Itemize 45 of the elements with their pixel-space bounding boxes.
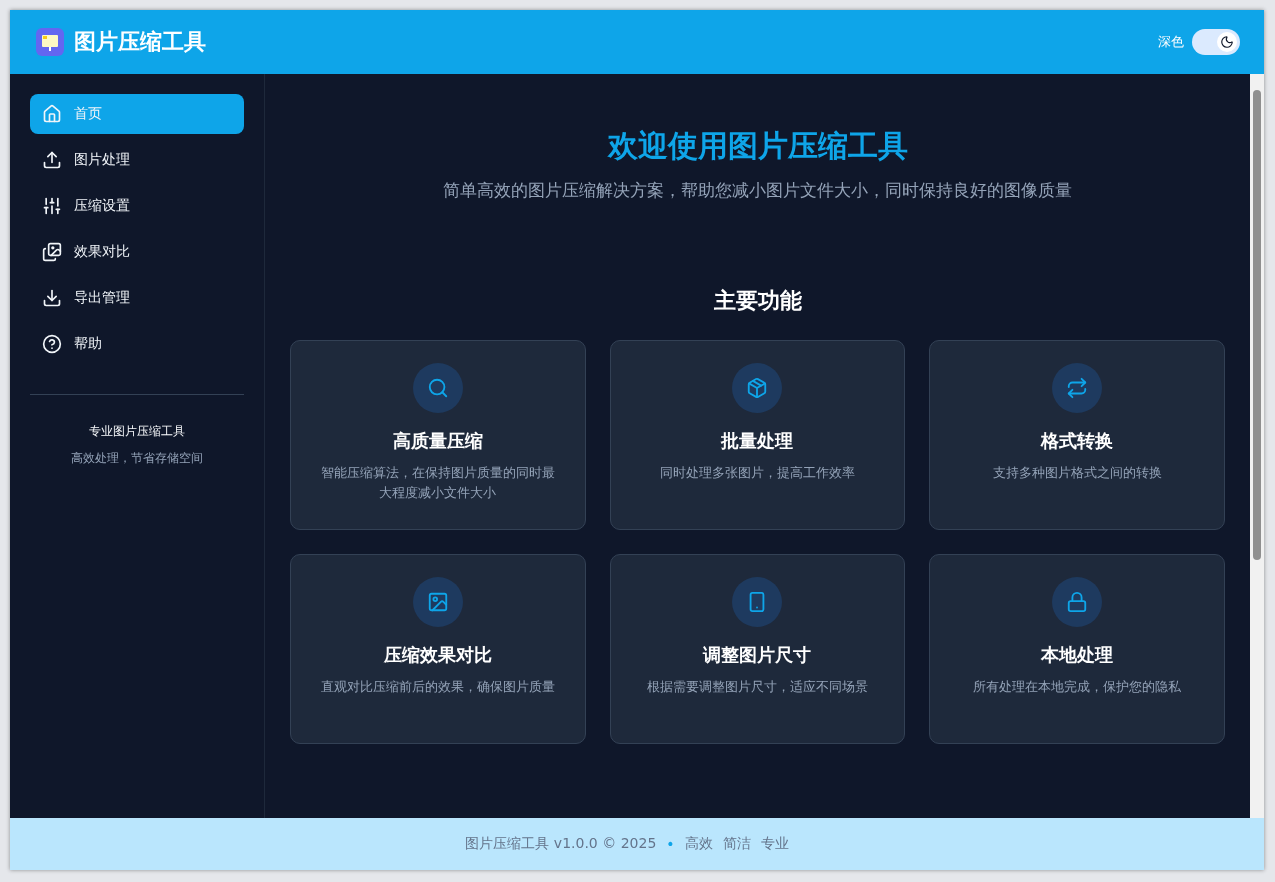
help-icon [42, 334, 62, 354]
image-icon [412, 577, 463, 627]
footer-tag: 专业 [760, 835, 789, 853]
footer-text: 图片压缩工具 v1.0.0 © 2025 [465, 835, 657, 853]
footer-tag: 高效 [684, 835, 713, 853]
footer-separator: • [666, 836, 675, 852]
nav-item[interactable]: 导出管理 [30, 278, 244, 318]
search-icon [412, 363, 463, 413]
nav-item[interactable]: 帮助 [30, 324, 244, 364]
nav-item[interactable]: 图片处理 [30, 140, 244, 180]
logo-icon [36, 28, 64, 56]
feature-description: 根据需要调整图片尺寸，适应不同场景 [647, 678, 868, 696]
nav-item[interactable]: 效果对比 [30, 232, 244, 272]
app-title: 图片压缩工具 [74, 28, 206, 56]
moon-icon [1220, 35, 1234, 49]
feature-title: 格式转换 [1041, 429, 1114, 453]
sidebar-tagline: 专业图片压缩工具 [88, 423, 186, 440]
feature-description: 支持多种图片格式之间的转换 [992, 464, 1162, 482]
download-icon [42, 288, 62, 308]
home-icon [42, 104, 62, 124]
theme-label: 深色 [1158, 33, 1184, 51]
repeat-icon [1052, 363, 1103, 413]
feature-description: 直观对比压缩前后的效果，确保图片质量 [320, 678, 555, 696]
phone-icon [732, 577, 783, 627]
package-icon [732, 363, 783, 413]
section-title: 主要功能 [713, 287, 802, 315]
feature-title: 批量处理 [721, 429, 794, 453]
hero-title: 欢迎使用图片压缩工具 [607, 127, 908, 165]
hero-subtitle: 简单高效的图片压缩解决方案，帮助您减小图片文件大小，同时保持良好的图像质量 [443, 179, 1072, 202]
nav-item[interactable]: 压缩设置 [30, 186, 244, 226]
feature-title: 高质量压缩 [392, 429, 483, 453]
scrollbar[interactable] [1250, 74, 1264, 818]
feature-description: 智能压缩算法，在保持图片质量的同时最大程度减小文件大小 [319, 464, 556, 502]
upload-icon [42, 150, 62, 170]
feature-title: 本地处理 [1041, 643, 1114, 667]
sidebar-subtitle: 高效处理，节省存储空间 [70, 450, 204, 467]
feature-title: 压缩效果对比 [383, 643, 492, 667]
footer-tag: 简洁 [722, 835, 751, 853]
feature-description: 所有处理在本地完成，保护您的隐私 [973, 678, 1182, 696]
lock-icon [1052, 577, 1103, 627]
theme-toggle[interactable] [1192, 29, 1240, 55]
images-icon [42, 242, 62, 262]
feature-description: 同时处理多张图片，提高工作效率 [660, 464, 855, 482]
sliders-icon [42, 196, 62, 216]
feature-title: 调整图片尺寸 [703, 643, 812, 667]
